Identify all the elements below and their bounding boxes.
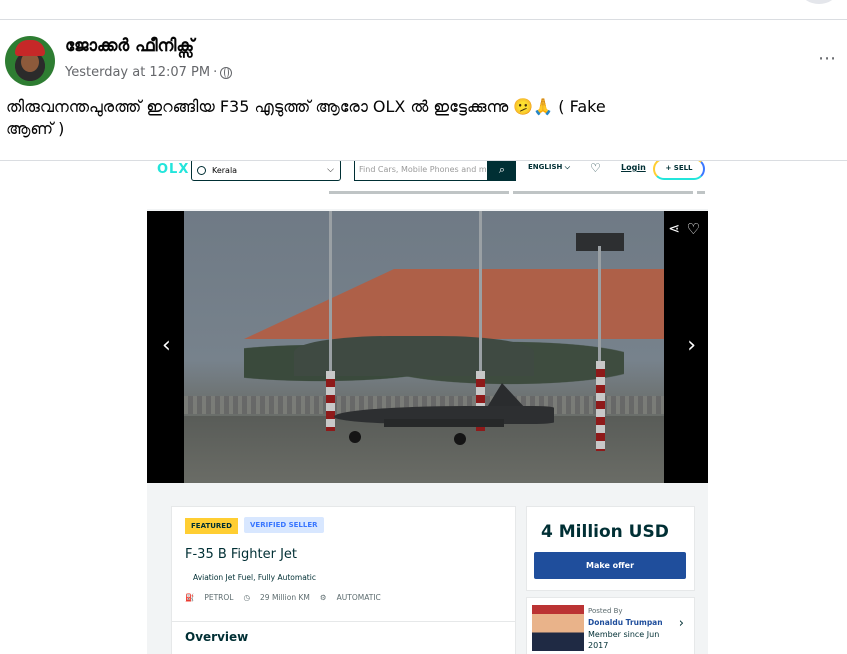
chevron-right-icon: › [678, 616, 684, 631]
transmission: AUTOMATIC [336, 593, 381, 602]
olx-sell-button: + SELL [653, 161, 705, 180]
language-select: ENGLISH ⌵ [528, 163, 571, 171]
post-meta: Yesterday at 12:07 PM · [65, 65, 233, 80]
heart-icon: ♡ [686, 220, 700, 238]
olx-screenshot: OLX Kerala ⌵ Find Cars, Mobile Phones an… [147, 161, 708, 654]
meta-separator: · [213, 65, 218, 80]
author-avatar[interactable] [5, 36, 55, 86]
seller-name: Donaldu Trumpan [588, 618, 663, 627]
ad-price: 4 Million USD [541, 522, 669, 542]
caption-line-1: തിരുവനന്തപുരത്ത് ഇറങ്ങിയ F35 എടുത്ത് ആരോ… [6, 97, 606, 116]
jet-photo [184, 211, 664, 483]
odometer-icon: ◷ [243, 593, 251, 602]
gallery-next-icon: › [687, 333, 696, 358]
overview-card: Overview [171, 621, 516, 654]
olx-logo: OLX [157, 162, 190, 177]
price-card: 4 Million USD Make offer [526, 506, 695, 591]
corner-button[interactable] [801, 0, 837, 4]
language-label: ENGLISH [528, 163, 563, 171]
chevron-down-icon: ⌵ [327, 165, 334, 175]
location-select: Kerala ⌵ [191, 161, 341, 181]
ad-details-card: FEATURED VERIFIED SELLER F-35 B Fighter … [171, 506, 516, 630]
olx-login-link: Login [621, 163, 646, 172]
share-icon: ⋖ [668, 221, 680, 237]
caption-line-2: ആണ് ) [6, 119, 65, 138]
top-divider [0, 19, 847, 20]
kilometers: 29 Million KM [260, 593, 310, 602]
ad-title: F-35 B Fighter Jet [185, 547, 298, 562]
make-offer-button: Make offer [534, 552, 686, 579]
post-header: ജോക്കർ ഫീനിക്സ് Yesterday at 12:07 PM · … [5, 34, 845, 90]
verified-seller-badge: VERIFIED SELLER [244, 517, 324, 533]
search-icon [197, 165, 206, 175]
more-options-icon[interactable]: ⋯ [818, 48, 837, 69]
ad-gallery: ‹ › ⋖ ♡ [147, 211, 708, 483]
transmission-icon: ⚙ [319, 593, 327, 602]
header-rule [329, 191, 705, 194]
fuel-icon: ⛽ [185, 593, 195, 602]
member-since: Member since Jun 2017 [588, 630, 660, 650]
author-name[interactable]: ജോക്കർ ഫീനിക്സ് [65, 36, 194, 56]
featured-badge: FEATURED [185, 518, 238, 534]
seller-card: Posted By Donaldu Trumpan Member since J… [526, 597, 695, 654]
ad-specs: ⛽ PETROL ◷ 29 Million KM ⚙ AUTOMATIC [185, 593, 381, 602]
olx-header: OLX Kerala ⌵ Find Cars, Mobile Phones an… [147, 161, 708, 209]
globe-icon [220, 66, 233, 79]
post-caption: തിരുവനന്തപുരത്ത് ഇറങ്ങിയ F35 എടുത്ത് ആരോ… [6, 96, 826, 140]
favorites-heart-icon: ♡ [590, 161, 601, 175]
fuel-type: PETROL [204, 593, 234, 602]
location-value: Kerala [212, 165, 238, 175]
posted-by-label: Posted By [588, 607, 623, 615]
olx-search-button: ⌕ [488, 161, 516, 181]
post-timestamp[interactable]: Yesterday at 12:07 PM [65, 65, 210, 80]
overview-heading: Overview [185, 630, 249, 644]
post-image[interactable]: OLX Kerala ⌵ Find Cars, Mobile Phones an… [0, 161, 847, 654]
olx-search-input: Find Cars, Mobile Phones and m [354, 161, 488, 181]
ad-description: Aviation Jet Fuel, Fully Automatic [193, 573, 316, 582]
gallery-prev-icon: ‹ [162, 333, 171, 358]
seller-avatar [532, 605, 584, 651]
